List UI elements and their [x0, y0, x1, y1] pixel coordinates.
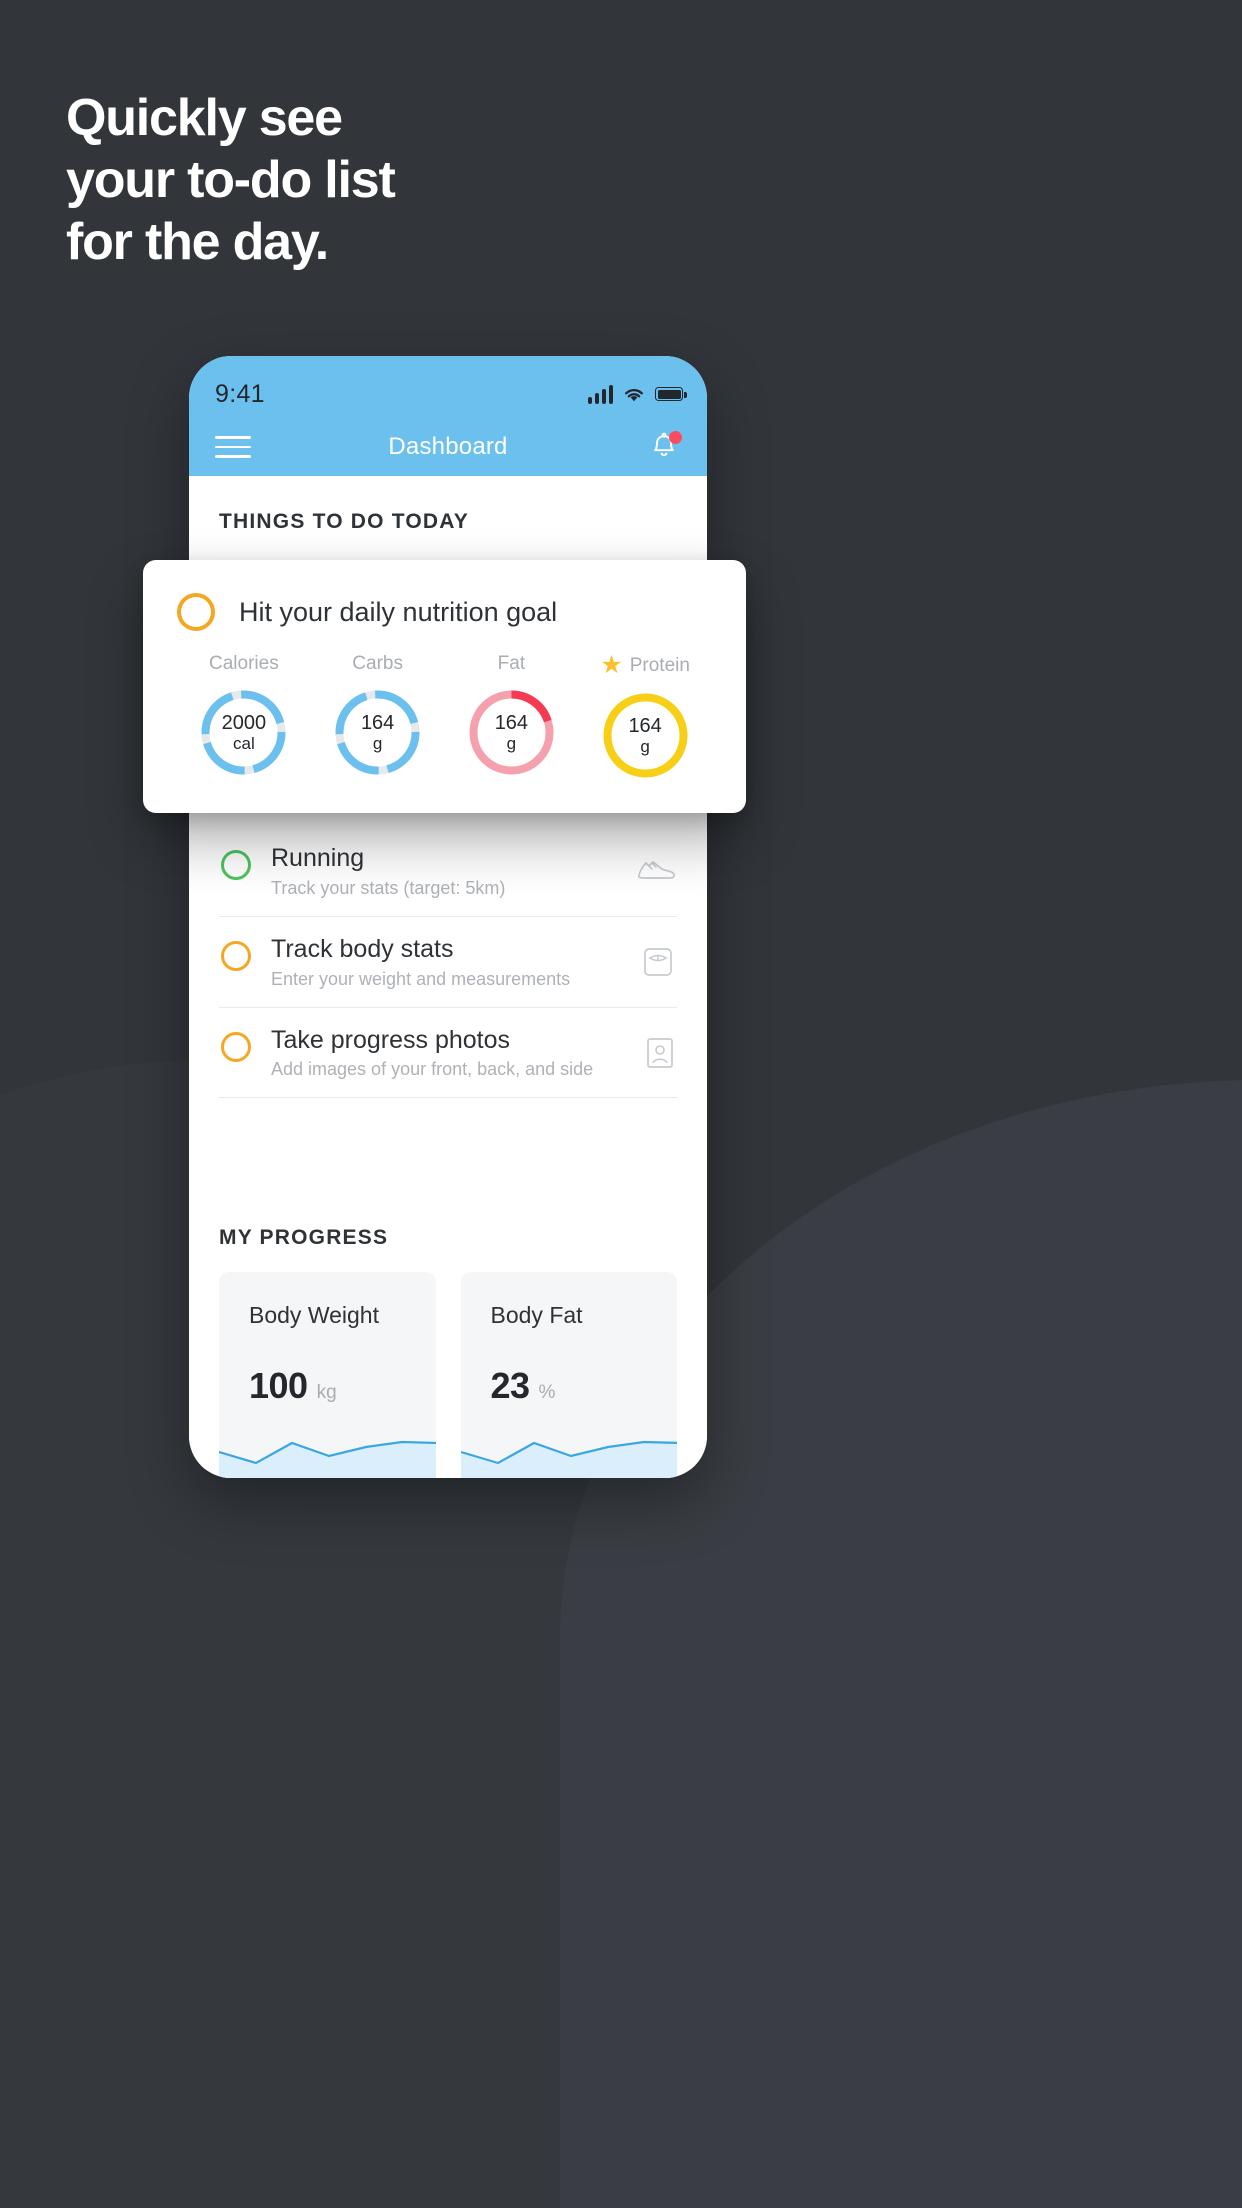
- task-status-ring[interactable]: [177, 593, 215, 631]
- promo-screenshot: Quickly see your to-do list for the day.…: [0, 0, 1242, 2208]
- macro-protein[interactable]: ★ Protein 164 g: [578, 653, 712, 782]
- status-time: 9:41: [215, 379, 265, 408]
- running-shoe-icon: [635, 854, 675, 889]
- task-text: Track body stats Enter your weight and m…: [271, 935, 641, 990]
- macro-calories[interactable]: Calories 2000 cal: [177, 653, 311, 782]
- hamburger-menu-icon[interactable]: [215, 436, 251, 458]
- task-status-ring[interactable]: [221, 940, 251, 971]
- macro-progress-ring: 164 g: [465, 686, 558, 779]
- macro-label: Calories: [209, 653, 279, 674]
- battery-full-icon: [655, 387, 687, 401]
- macro-label: Fat: [497, 653, 526, 674]
- nutrition-card-title: Hit your daily nutrition goal: [239, 596, 558, 627]
- sparkline-chart: [219, 1441, 436, 1478]
- stat-number: 23: [490, 1365, 531, 1407]
- stat-card-value: 23 %: [461, 1329, 678, 1407]
- stat-card-label: Body Weight: [249, 1302, 379, 1329]
- stat-number: 100: [249, 1365, 308, 1407]
- headline-line-3: for the day.: [66, 213, 329, 271]
- stat-card-body-fat[interactable]: Body Fat 23 %: [460, 1272, 678, 1478]
- weight-scale-icon: [641, 945, 675, 984]
- macro-value: 164: [494, 711, 529, 734]
- task-subtitle: Add images of your front, back, and side: [271, 1059, 594, 1080]
- macro-value: 2000: [221, 711, 267, 734]
- macro-unit: g: [640, 737, 650, 757]
- section-title-todo: THINGS TO DO TODAY: [219, 510, 469, 533]
- macro-unit: cal: [233, 734, 255, 754]
- progress-card-grid: Body Weight 100 kg Body Fat 23 %: [219, 1272, 677, 1478]
- notification-badge-dot: [669, 431, 682, 444]
- macro-value: 164: [360, 711, 395, 734]
- macro-progress-ring: 164 g: [331, 686, 424, 779]
- status-bar: 9:41: [189, 356, 707, 418]
- sparkline-chart: [460, 1441, 677, 1478]
- macro-unit: g: [372, 734, 383, 754]
- task-status-ring[interactable]: [221, 1031, 251, 1062]
- macro-progress-ring: 164 g: [599, 689, 692, 782]
- page-title: Dashboard: [388, 433, 508, 460]
- macro-progress-ring: 2000 cal: [197, 686, 290, 779]
- macro-value: 164: [628, 714, 662, 737]
- macro-ring-group: Calories 2000 cal Carbs 164 g Fat 164 g …: [177, 653, 712, 782]
- macro-fat[interactable]: Fat 164 g: [445, 653, 579, 782]
- nutrition-card-header: Hit your daily nutrition goal: [177, 593, 712, 631]
- wifi-icon: [625, 389, 643, 402]
- task-status-ring[interactable]: [221, 850, 251, 880]
- task-title: Track body stats: [271, 934, 454, 963]
- stat-card-label: Body Fat: [490, 1302, 583, 1329]
- app-bar: Dashboard: [189, 418, 707, 476]
- headline-line-2: your to-do list: [66, 151, 396, 209]
- star-icon: ★: [600, 651, 623, 679]
- task-subtitle: Track your stats (target: 5km): [271, 877, 506, 898]
- macro-carbs[interactable]: Carbs 164 g: [311, 653, 445, 782]
- macro-label: Carbs: [352, 653, 403, 674]
- macro-unit: g: [506, 734, 517, 754]
- task-text: Running Track your stats (target: 5km): [271, 844, 635, 899]
- stat-card-value: 100 kg: [219, 1329, 436, 1407]
- headline-line-1: Quickly see: [66, 89, 343, 147]
- signal-bars-icon: [587, 384, 613, 404]
- portrait-photo-icon: [645, 1036, 675, 1075]
- macro-label: ★ Protein: [600, 653, 690, 678]
- section-title-progress: MY PROGRESS: [219, 1226, 389, 1250]
- notifications-button[interactable]: [647, 430, 682, 464]
- task-row-take-progress-photos[interactable]: Take progress photos Add images of your …: [219, 1008, 677, 1099]
- stat-unit: %: [538, 1382, 556, 1404]
- task-row-track-body-stats[interactable]: Track body stats Enter your weight and m…: [219, 917, 677, 1008]
- task-row-running[interactable]: Running Track your stats (target: 5km): [219, 826, 677, 917]
- stat-unit: kg: [316, 1382, 337, 1404]
- macro-label-text: Protein: [629, 654, 690, 676]
- status-icons: [587, 384, 687, 404]
- promo-headline: Quickly see your to-do list for the day.: [66, 89, 396, 278]
- stat-card-body-weight[interactable]: Body Weight 100 kg: [219, 1272, 436, 1478]
- task-title: Take progress photos: [271, 1025, 511, 1054]
- task-subtitle: Enter your weight and measurements: [271, 968, 571, 989]
- nutrition-goal-card[interactable]: Hit your daily nutrition goal Calories 2…: [143, 560, 746, 813]
- phone-mockup: 9:41 Dashboard THINGS TO DO TODAY Runnin…: [189, 356, 707, 1478]
- task-text: Take progress photos Add images of your …: [271, 1026, 645, 1081]
- task-title: Running: [271, 844, 365, 872]
